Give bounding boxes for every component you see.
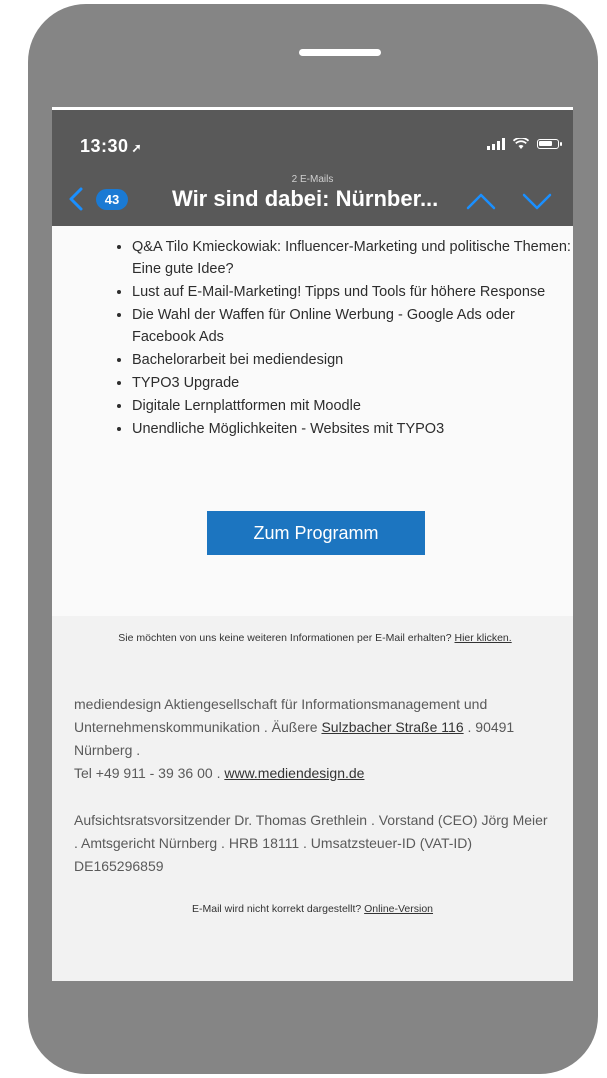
unsubscribe-text: Sie möchten von uns keine weiteren Infor…	[118, 632, 452, 644]
location-arrow-icon: ➚	[131, 141, 143, 155]
online-version-text: E-Mail wird nicht korrekt dargestellt?	[191, 903, 362, 915]
unsubscribe-notice: Sie möchten von uns keine weiteren Infor…	[74, 629, 556, 648]
address-link[interactable]: Sulzbacher Straße 116	[321, 719, 463, 735]
status-time: 13:30 ➚	[80, 136, 143, 156]
website-link[interactable]: www.mediendesign.de	[224, 765, 364, 781]
online-version-link[interactable]: Online-Version	[364, 903, 433, 915]
list-item: Lust auf E-Mail-Marketing! Tipps und Too…	[132, 281, 572, 303]
list-item: TYPO3 Upgrade	[132, 372, 572, 394]
back-chevron-icon[interactable]	[64, 186, 90, 212]
unsubscribe-link[interactable]: Hier klicken.	[455, 632, 512, 644]
footer-section	[52, 616, 573, 981]
status-icons	[487, 138, 562, 150]
cellular-signal-icon	[487, 138, 505, 150]
program-button[interactable]: Zum Programm	[207, 511, 425, 555]
company-phone: Tel +49 911 - 39 36 00 .	[74, 765, 221, 781]
battery-icon	[537, 139, 562, 149]
program-list: Q&A Tilo Kmieckowiak: Influencer-Marketi…	[112, 236, 572, 441]
wifi-icon	[513, 138, 529, 149]
next-message-icon[interactable]	[522, 190, 552, 212]
list-item: Unendliche Möglichkeiten - Websites mit …	[132, 418, 572, 440]
phone-speaker	[299, 49, 381, 56]
list-item: Q&A Tilo Kmieckowiak: Influencer-Marketi…	[132, 236, 572, 280]
mail-header: 13:30 ➚ 2 E-Mails 43 Wir sind dabei: Nürn…	[52, 107, 573, 226]
unread-count-badge[interactable]: 43	[96, 189, 128, 210]
online-version-notice: E-Mail wird nicht korrekt dargestellt? O…	[52, 903, 573, 915]
list-item: Digitale Lernplattformen mit Moodle	[132, 395, 572, 417]
list-item: Die Wahl der Waffen für Online Werbung -…	[132, 304, 572, 348]
list-item: Bachelorarbeit bei mediendesign	[132, 349, 572, 371]
legal-info: Aufsichtsratsvorsitzender Dr. Thomas Gre…	[74, 812, 548, 874]
company-info: mediendesign Aktiengesellschaft für Info…	[74, 693, 554, 785]
thread-title: Wir sind dabei: Nürnber...	[172, 186, 439, 211]
previous-message-icon[interactable]	[466, 190, 496, 212]
thread-count: 2 E-Mails	[291, 174, 334, 185]
phone-screen: 13:30 ➚ 2 E-Mails 43 Wir sind dabei: Nürn…	[52, 107, 573, 981]
